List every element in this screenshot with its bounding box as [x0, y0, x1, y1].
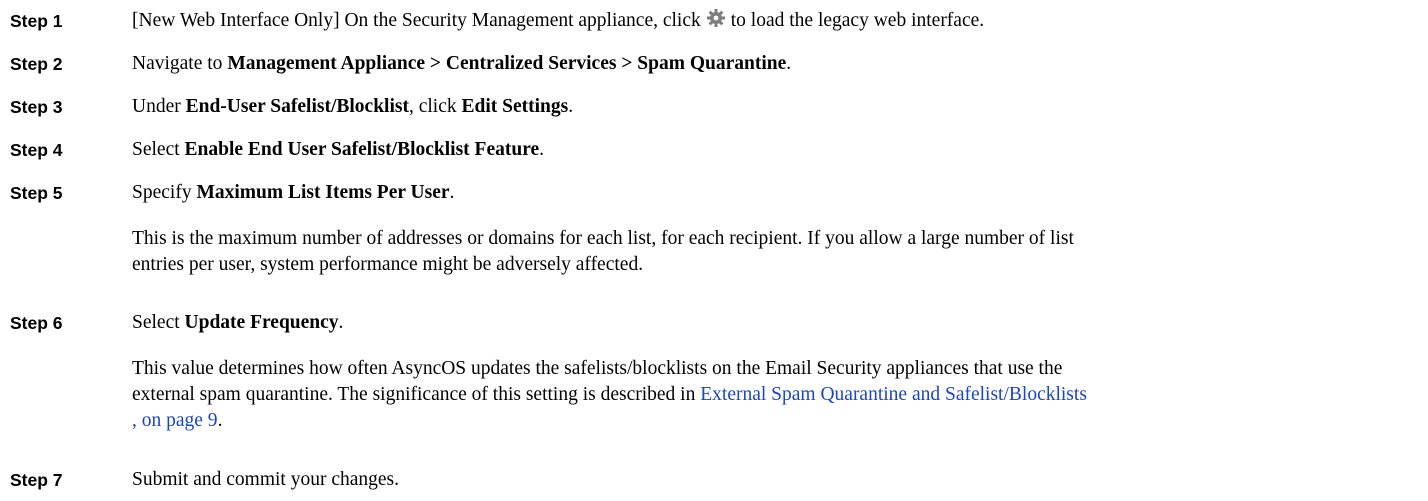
description-line: This is the maximum number of addresses …: [132, 228, 1074, 249]
step-5-description: This is the maximum number of addresses …: [132, 226, 1422, 278]
step-label: Step 3: [10, 97, 63, 117]
section-name: End-User Safelist/Blocklist: [185, 96, 409, 117]
step-text: Navigate to Management Appliance > Centr…: [132, 51, 1422, 77]
page-reference-link[interactable]: , on page 9: [132, 410, 218, 431]
step-text-part: .: [338, 312, 344, 333]
description-line: This value determines how often AsyncOS …: [132, 358, 1063, 379]
cross-reference-link[interactable]: External Spam Quarantine and Safelist/Bl…: [700, 384, 1087, 405]
step-text-part: , click: [408, 96, 462, 117]
step-text-part: .: [786, 53, 792, 74]
gear-icon: [705, 8, 727, 28]
description-text: external spam quarantine. The significan…: [132, 384, 701, 405]
step-label: Step 7: [10, 470, 63, 490]
step-text-part: Under: [132, 96, 186, 117]
step-label: Step 5: [10, 183, 63, 203]
step-label: Step 6: [10, 313, 63, 333]
step-text-part: [New Web Interface Only] On the Security…: [132, 10, 701, 31]
step-text: [New Web Interface Only] On the Security…: [132, 8, 1422, 34]
step-label: Step 2: [10, 54, 63, 74]
option-name: Update Frequency: [184, 312, 339, 333]
step-text-part: to load the legacy web interface.: [730, 10, 985, 31]
description-line: entries per user, system performance mig…: [132, 254, 644, 275]
step-6-description: This value determines how often AsyncOS …: [132, 356, 1422, 434]
step-text-part: Specify: [132, 182, 197, 203]
description-text: .: [217, 410, 223, 431]
step-text: Select Enable End User Safelist/Blocklis…: [132, 137, 1422, 163]
step-text-part: Navigate to: [132, 53, 228, 74]
description-line: external spam quarantine. The significan…: [132, 382, 1422, 408]
step-text: Select Update Frequency.: [132, 310, 1422, 336]
step-text-part: .: [539, 139, 545, 160]
step-text-part: .: [568, 96, 574, 117]
description-line: , on page 9.: [132, 408, 1422, 434]
step-label: Step 1: [10, 11, 63, 31]
step-text-part: Select: [132, 139, 185, 160]
menu-path: Management Appliance > Centralized Servi…: [227, 53, 787, 74]
button-name: Edit Settings: [461, 96, 569, 117]
option-name: Enable End User Safelist/Blocklist Featu…: [184, 139, 540, 160]
step-text: Under End-User Safelist/Blocklist, click…: [132, 94, 1422, 120]
step-text: Specify Maximum List Items Per User.: [132, 180, 1422, 206]
option-name: Maximum List Items Per User: [196, 182, 450, 203]
step-text-part: .: [449, 182, 455, 203]
step-text-part: Select: [132, 312, 185, 333]
step-text: Submit and commit your changes.: [132, 469, 400, 490]
step-label: Step 4: [10, 140, 63, 160]
